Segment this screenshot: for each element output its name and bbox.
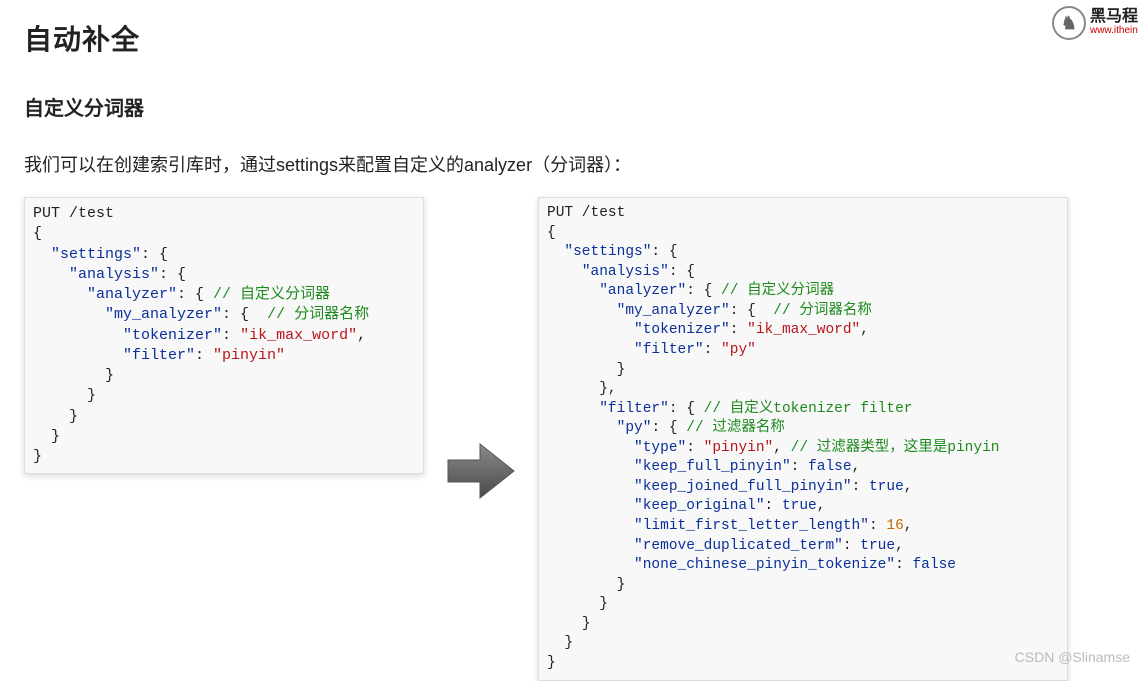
key-my-analyzer: "my_analyzer" [617, 303, 730, 319]
comment: // 自定义分词器 [213, 286, 330, 303]
val-ko: true [782, 498, 817, 514]
section-subtitle: 自定义分词器 [24, 92, 1120, 121]
key-analyzer: "analyzer" [87, 286, 177, 303]
key-rdt: "remove_duplicated_term" [634, 538, 843, 554]
key-kfp: "keep_full_pinyin" [634, 459, 791, 475]
val-filter: "pinyin" [213, 347, 285, 364]
key-filter: "filter" [123, 347, 195, 364]
val-kfp: false [808, 459, 852, 475]
key-tokenizer: "tokenizer" [634, 322, 730, 338]
key-my-analyzer: "my_analyzer" [105, 306, 222, 323]
comment: // 过滤器类型，这里是pinyin [791, 440, 1000, 456]
logo-text: 黑马程 [1090, 9, 1138, 26]
arrow-icon [444, 438, 518, 509]
comment: // 分词器名称 [773, 303, 872, 319]
key-lfl: "limit_first_letter_length" [634, 518, 869, 534]
val-kjfp: true [869, 479, 904, 495]
key-py: "py" [617, 420, 652, 436]
comment: // 分词器名称 [267, 306, 369, 323]
key-ncpt: "none_chinese_pinyin_tokenize" [634, 557, 895, 573]
comment: // 自定义tokenizer filter [704, 401, 913, 417]
key-analysis: "analysis" [69, 266, 159, 283]
key-analysis: "analysis" [582, 264, 669, 280]
lead-text: 我们可以在创建索引库时，通过settings来配置自定义的analyzer（分词… [24, 151, 1120, 177]
val-filter: "py" [721, 342, 756, 358]
key-type: "type" [634, 440, 686, 456]
key-settings: "settings" [564, 244, 651, 260]
key-ko: "keep_original" [634, 498, 765, 514]
watermark: CSDN @Slinamse [1015, 649, 1130, 665]
page-title: 自动补全 [24, 18, 1120, 58]
val-rdt: true [860, 538, 895, 554]
request-line: PUT /test [547, 205, 625, 221]
val-ncpt: false [912, 557, 956, 573]
code-block-left: PUT /test { "settings": { "analysis": { … [24, 197, 424, 474]
val-tokenizer: "ik_max_word" [747, 322, 860, 338]
comment: // 自定义分词器 [721, 283, 834, 299]
brand-logo: ♞ 黑马程 www.ithein [1052, 6, 1138, 40]
val-lfl: 16 [886, 518, 903, 534]
code-row: PUT /test { "settings": { "analysis": { … [24, 197, 1120, 681]
val-tokenizer: "ik_max_word" [240, 327, 357, 344]
key-settings: "settings" [51, 246, 141, 263]
key-analyzer: "analyzer" [599, 283, 686, 299]
key-kjfp: "keep_joined_full_pinyin" [634, 479, 852, 495]
key-tokenizer: "tokenizer" [123, 327, 222, 344]
key-filter: "filter" [634, 342, 704, 358]
request-line: PUT /test [33, 205, 114, 222]
horse-icon: ♞ [1052, 6, 1086, 40]
key-filter-block: "filter" [599, 401, 669, 417]
logo-url: www.ithein [1090, 26, 1138, 37]
val-type: "pinyin" [704, 440, 774, 456]
code-block-right: PUT /test { "settings": { "analysis": { … [538, 197, 1068, 681]
comment: // 过滤器名称 [686, 420, 785, 436]
